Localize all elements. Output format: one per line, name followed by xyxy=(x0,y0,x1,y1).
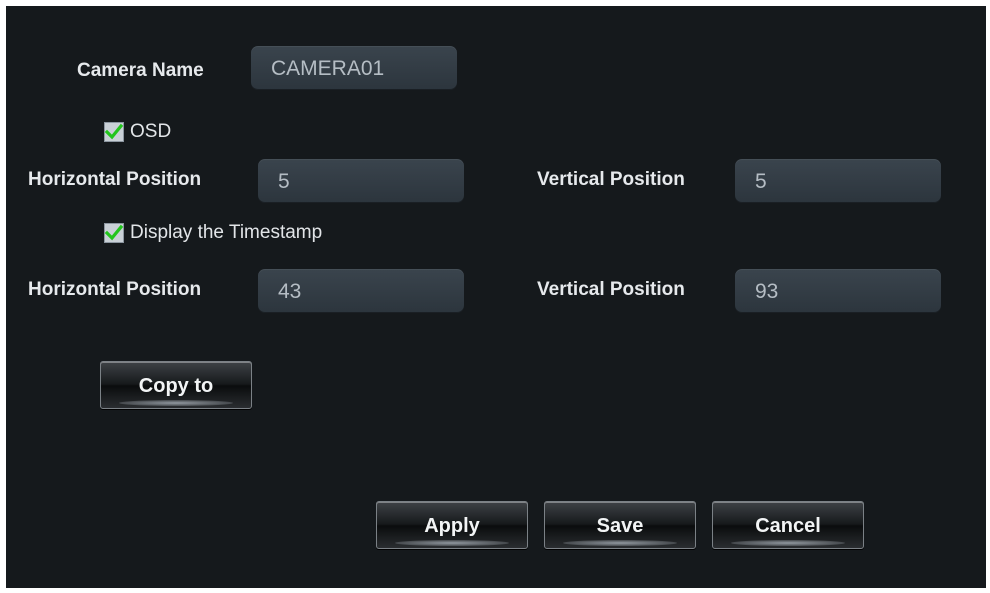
osd-checkbox[interactable] xyxy=(104,122,124,142)
osd-vertical-position-label: Vertical Position xyxy=(537,169,685,190)
save-button[interactable]: Save xyxy=(544,501,696,549)
timestamp-vertical-position-input[interactable]: 93 xyxy=(735,269,941,313)
osd-label: OSD xyxy=(130,121,172,142)
timestamp-horizontal-position-input[interactable]: 43 xyxy=(258,269,464,313)
checkmark-icon xyxy=(105,123,123,140)
copy-to-button[interactable]: Copy to xyxy=(100,361,252,409)
camera-name-label: Camera Name xyxy=(77,60,204,81)
camera-name-input[interactable]: CAMERA01 xyxy=(251,46,457,90)
osd-vertical-position-input[interactable]: 5 xyxy=(735,159,941,203)
timestamp-checkbox-row[interactable]: Display the Timestamp xyxy=(104,222,322,244)
timestamp-horizontal-position-label: Horizontal Position xyxy=(28,279,202,300)
osd-horizontal-position-label: Horizontal Position xyxy=(28,169,202,190)
timestamp-label: Display the Timestamp xyxy=(130,222,323,243)
timestamp-checkbox[interactable] xyxy=(104,223,124,243)
apply-button[interactable]: Apply xyxy=(376,501,528,549)
checkmark-icon xyxy=(105,224,123,241)
osd-checkbox-row[interactable]: OSD xyxy=(104,121,171,143)
cancel-button[interactable]: Cancel xyxy=(712,501,864,549)
timestamp-vertical-position-label: Vertical Position xyxy=(537,279,685,300)
osd-settings-panel: Camera Name CAMERA01 OSD Horizontal Posi… xyxy=(6,6,986,588)
osd-horizontal-position-input[interactable]: 5 xyxy=(258,159,464,203)
